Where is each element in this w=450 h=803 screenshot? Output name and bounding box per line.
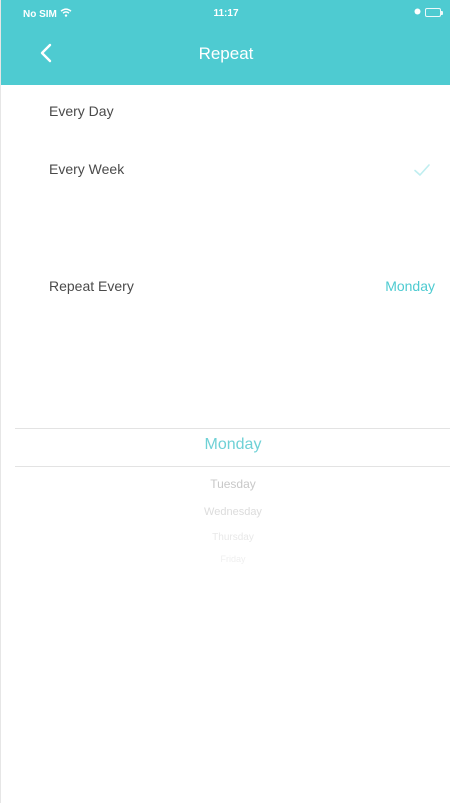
repeat-every-value: Monday [385,278,435,294]
picker-item[interactable]: Thursday [15,532,450,543]
location-icon [414,7,421,18]
picker-item[interactable]: Friday [15,554,450,564]
picker-top-divider [15,428,450,429]
picker-item[interactable]: Tuesday [15,477,450,491]
repeat-every-label: Repeat Every [49,278,134,294]
day-picker[interactable]: Monday Tuesday Wednesday Thursday Friday [15,360,450,590]
status-time: 11:17 [213,8,239,19]
option-every-week[interactable]: Every Week [15,143,435,201]
battery-icon [425,8,443,17]
picker-item[interactable]: Wednesday [15,506,450,518]
status-right [414,7,443,18]
status-bar: No SIM 11:17 [1,0,450,26]
option-every-day[interactable]: Every Day [15,85,435,143]
option-label: Every Day [49,103,114,119]
picker-bottom-divider [15,466,450,467]
check-icon [413,163,431,182]
page-title: Repeat [198,44,254,63]
option-label: Every Week [49,161,125,177]
header: No SIM 11:17 Repeat [1,0,450,85]
screen: No SIM 11:17 Repeat Every Day Every Week… [0,0,450,803]
repeat-every-row[interactable]: Repeat Every Monday [15,258,435,316]
nav-bar: Repeat [1,26,450,85]
picker-item-selected[interactable]: Monday [15,436,450,454]
